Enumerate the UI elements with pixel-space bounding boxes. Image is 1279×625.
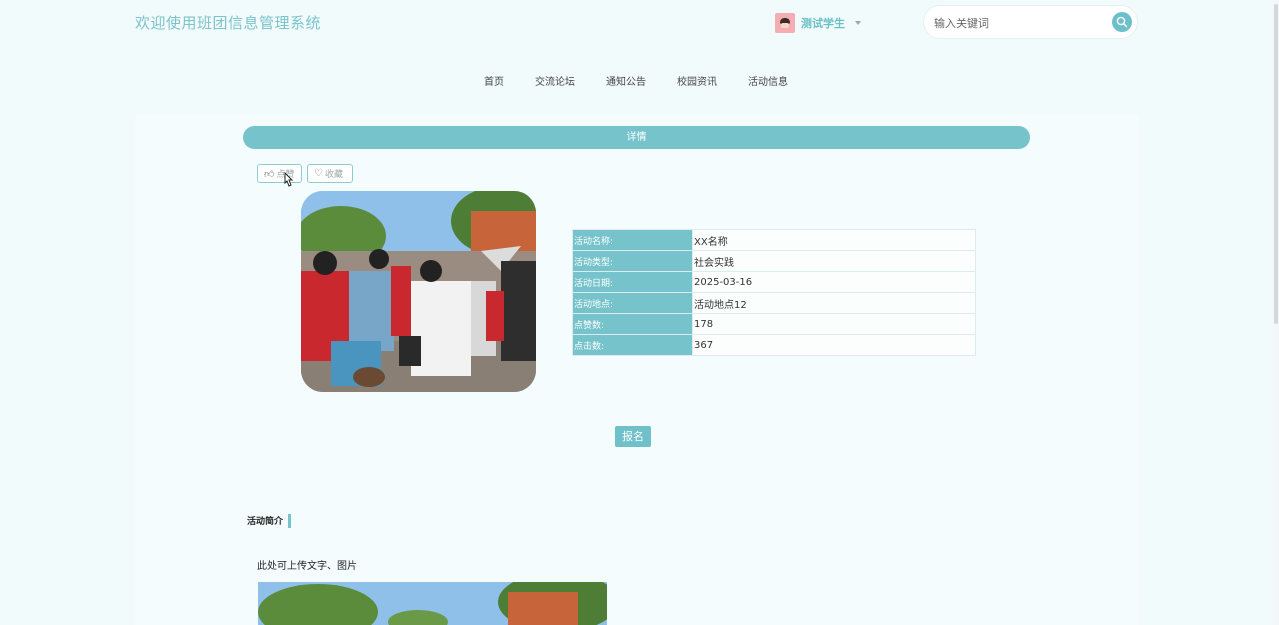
nav-item-notices[interactable]: 通知公告 bbox=[606, 73, 646, 88]
table-row: 点赞数: 178 bbox=[572, 313, 976, 335]
field-value: 活动地点12 bbox=[692, 292, 976, 314]
search-input[interactable] bbox=[934, 14, 1104, 32]
content-panel bbox=[135, 115, 1139, 625]
field-value: 社会实践 bbox=[692, 250, 976, 272]
nav-item-news[interactable]: 校园资讯 bbox=[677, 73, 717, 88]
field-value: 178 bbox=[692, 313, 976, 335]
intro-text: 此处可上传文字、图片 bbox=[257, 561, 357, 572]
mouse-cursor-icon bbox=[284, 172, 294, 187]
chevron-down-icon bbox=[855, 20, 861, 25]
site-title: 欢迎使用班团信息管理系统 bbox=[135, 14, 322, 32]
user-menu[interactable]: 测试学生 bbox=[775, 12, 861, 33]
nav-item-forum[interactable]: 交流论坛 bbox=[535, 73, 575, 88]
section-title: 活动简介 bbox=[247, 517, 284, 527]
thumbs-up-icon: 👍︎ bbox=[264, 168, 275, 180]
table-row: 点击数: 367 bbox=[572, 334, 976, 356]
activity-info-table: 活动名称: XX名称 活动类型: 社会实践 活动日期: 2025-03-16 活… bbox=[572, 229, 976, 356]
page-scrollbar[interactable] bbox=[1273, 0, 1279, 625]
table-row: 活动名称: XX名称 bbox=[572, 229, 976, 251]
activity-photo bbox=[301, 191, 536, 392]
table-row: 活动类型: 社会实践 bbox=[572, 250, 976, 272]
search-icon bbox=[1116, 16, 1128, 28]
nav-item-activities[interactable]: 活动信息 bbox=[748, 73, 788, 88]
favorite-button[interactable]: ♡ 收藏 bbox=[307, 164, 353, 183]
field-value: 367 bbox=[692, 334, 976, 356]
search-button[interactable] bbox=[1112, 12, 1132, 32]
top-header: 欢迎使用班团信息管理系统 测试学生 bbox=[0, 0, 1279, 46]
field-key: 点赞数: bbox=[572, 313, 693, 335]
field-key: 点击数: bbox=[572, 334, 693, 356]
favorite-label: 收藏 bbox=[324, 170, 343, 180]
avatar bbox=[775, 12, 795, 33]
field-value: 2025-03-16 bbox=[692, 271, 976, 293]
nav-item-home[interactable]: 首页 bbox=[484, 73, 504, 88]
like-button[interactable]: 👍︎ 点赞 bbox=[257, 164, 302, 183]
field-key: 活动地点: bbox=[572, 292, 693, 314]
field-key: 活动名称: bbox=[572, 229, 693, 251]
intro-photo bbox=[258, 582, 607, 625]
signup-button[interactable]: 报名 bbox=[615, 426, 651, 447]
table-row: 活动日期: 2025-03-16 bbox=[572, 271, 976, 293]
table-row: 活动地点: 活动地点12 bbox=[572, 292, 976, 314]
main-nav: 首页 交流论坛 通知公告 校园资讯 活动信息 bbox=[0, 73, 1279, 88]
detail-header-bar: 详情 bbox=[243, 126, 1030, 149]
search-box bbox=[923, 5, 1138, 39]
section-accent-bar bbox=[288, 514, 291, 528]
scrollbar-thumb[interactable] bbox=[1274, 4, 1278, 324]
field-key: 活动日期: bbox=[572, 271, 693, 293]
field-value: XX名称 bbox=[692, 229, 976, 251]
field-key: 活动类型: bbox=[572, 250, 693, 272]
heart-icon: ♡ bbox=[314, 168, 323, 179]
user-name: 测试学生 bbox=[801, 16, 845, 30]
